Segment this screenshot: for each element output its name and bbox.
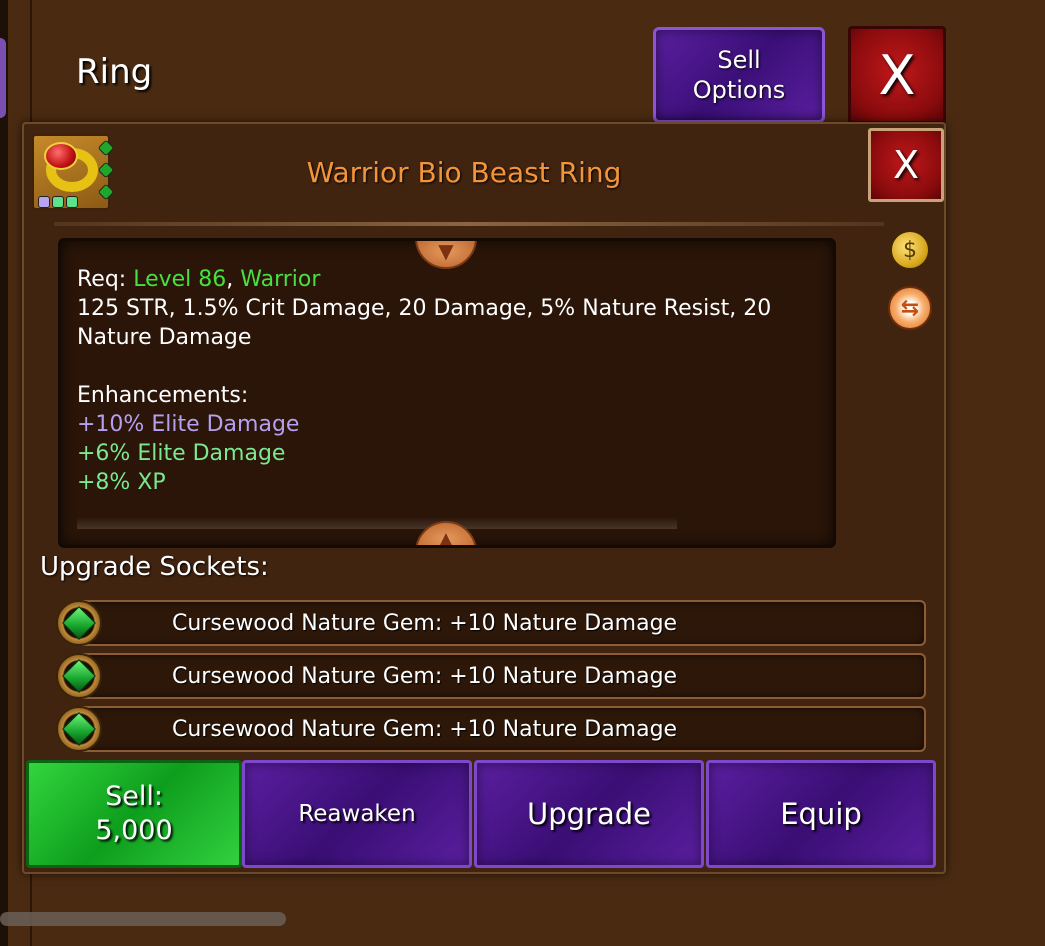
sell-price: 5,000 — [95, 815, 173, 846]
upgrade-sockets-label: Upgrade Sockets: — [40, 552, 269, 582]
enhancement-line: +8% XP — [77, 470, 166, 495]
green-gem-icon — [56, 600, 102, 646]
close-icon: X — [892, 143, 920, 187]
chevron-up-icon: ▲ — [438, 527, 454, 548]
green-gem-icon — [56, 653, 102, 699]
socket-row[interactable]: Cursewood Nature Gem: +10 Nature Damage — [78, 706, 926, 752]
item-description: Req: Level 86, Warrior 125 STR, 1.5% Cri… — [77, 265, 817, 497]
left-tab-handle[interactable] — [0, 38, 6, 118]
enhancement-indicator-icon — [52, 196, 64, 208]
socket-indicator-icon — [97, 139, 115, 157]
sell-options-button[interactable]: Sell Options — [653, 27, 825, 123]
left-edge-bar — [0, 0, 8, 946]
enhancement-indicator-icon — [66, 196, 78, 208]
req-level: Level 86 — [133, 267, 227, 292]
requirement-line: Req: Level 86, Warrior — [77, 265, 817, 294]
upgrade-button[interactable]: Upgrade — [474, 760, 704, 868]
item-detail-panel: Warrior Bio Beast Ring X ▼ Req: Level 86… — [22, 122, 946, 874]
truncated-text-fade — [77, 517, 677, 529]
item-description-box[interactable]: ▼ Req: Level 86, Warrior 125 STR, 1.5% C… — [58, 238, 836, 548]
title-divider — [54, 222, 884, 226]
panel-close-button[interactable]: X — [868, 128, 944, 202]
enhancement-line: +6% Elite Damage — [77, 441, 286, 466]
sell-button[interactable]: Sell: 5,000 — [26, 760, 242, 868]
socket-row[interactable]: Cursewood Nature Gem: +10 Nature Damage — [78, 653, 926, 699]
page-title: Ring — [76, 52, 153, 92]
item-name: Warrior Bio Beast Ring — [306, 156, 622, 189]
equip-button[interactable]: Equip — [706, 760, 936, 868]
close-button[interactable]: X — [848, 26, 946, 124]
equip-label: Equip — [780, 797, 862, 831]
upgrade-label: Upgrade — [527, 797, 651, 831]
item-stats: 125 STR, 1.5% Crit Damage, 20 Damage, 5%… — [77, 296, 772, 350]
swap-icon[interactable]: ⇆ — [888, 286, 932, 330]
reawaken-label: Reawaken — [298, 801, 416, 827]
enhancement-line: +10% Elite Damage — [77, 412, 300, 437]
enhancements-label: Enhancements: — [77, 383, 249, 408]
sell-options-label: Sell Options — [692, 46, 786, 104]
req-prefix: Req: — [77, 267, 127, 292]
req-separator: , — [226, 267, 234, 292]
money-bag-icon[interactable]: $ — [890, 230, 930, 270]
reawaken-button[interactable]: Reawaken — [242, 760, 472, 868]
socket-text: Cursewood Nature Gem: +10 Nature Damage — [172, 610, 678, 636]
chevron-down-icon: ▼ — [438, 239, 454, 263]
enhancement-indicator-icon — [38, 196, 50, 208]
close-icon: X — [878, 43, 916, 107]
socket-text: Cursewood Nature Gem: +10 Nature Damage — [172, 716, 678, 742]
req-class: Warrior — [240, 267, 321, 292]
horizontal-scrollbar[interactable] — [0, 912, 286, 926]
sell-label: Sell: — [105, 781, 163, 812]
green-gem-icon — [56, 706, 102, 752]
socket-row[interactable]: Cursewood Nature Gem: +10 Nature Damage — [78, 600, 926, 646]
socket-text: Cursewood Nature Gem: +10 Nature Damage — [172, 663, 678, 689]
